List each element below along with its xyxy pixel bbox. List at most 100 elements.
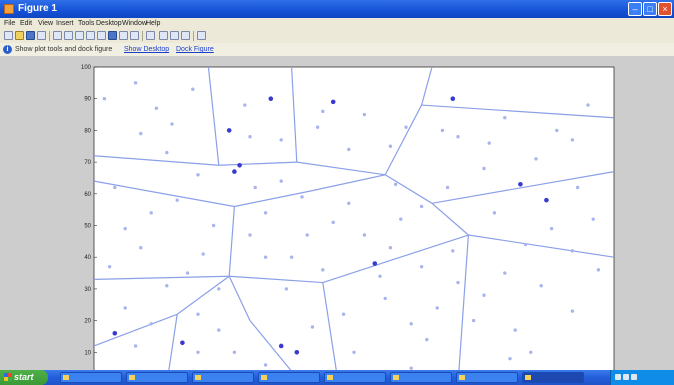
- y-tick-label: 70: [84, 160, 91, 166]
- data-point: [263, 211, 268, 215]
- figure-toolbar: [0, 29, 674, 44]
- save-icon[interactable]: [26, 31, 35, 40]
- taskbar-item[interactable]: [60, 372, 122, 383]
- data-point: [586, 103, 590, 107]
- data-point: [440, 128, 445, 133]
- data-point: [217, 287, 221, 291]
- menu-insert[interactable]: Insert: [56, 18, 74, 29]
- data-point: [232, 350, 237, 354]
- menu-file[interactable]: File: [4, 18, 15, 29]
- data-point: [575, 185, 580, 190]
- link-icon[interactable]: [130, 31, 139, 40]
- show-plot-tools-icon[interactable]: [197, 31, 206, 40]
- dock-figure-link[interactable]: Dock Figure: [176, 43, 214, 56]
- menu-window[interactable]: Window: [122, 18, 147, 29]
- data-point: [352, 350, 356, 354]
- data-point: [185, 271, 190, 275]
- data-point: [284, 287, 289, 291]
- data-point: [331, 220, 335, 225]
- print-icon[interactable]: [37, 31, 46, 40]
- data-point: [555, 128, 559, 133]
- data-point: [503, 271, 507, 275]
- data-point: [534, 157, 538, 161]
- app-icon: [327, 375, 333, 380]
- voronoi-site: [450, 96, 456, 101]
- voronoi-site: [112, 330, 118, 336]
- windows-taskbar: start: [0, 370, 674, 385]
- open-file-icon[interactable]: [15, 31, 24, 40]
- data-point: [107, 265, 112, 269]
- taskbar-item[interactable]: [126, 372, 188, 383]
- maximize-button[interactable]: □: [643, 2, 657, 16]
- data-point: [591, 217, 595, 221]
- voronoi-site: [372, 261, 378, 266]
- data-point: [456, 135, 460, 139]
- info-bar: i Show plot tools and dock figure Show D…: [0, 43, 674, 57]
- voronoi-plot[interactable]: 0102030405060708090100 01020304050607080…: [0, 56, 674, 370]
- hide-plot-tools-icon[interactable]: [181, 31, 190, 40]
- data-point: [201, 252, 205, 256]
- data-point: [310, 325, 315, 329]
- data-point: [165, 150, 169, 155]
- colorbar-icon[interactable]: [146, 31, 155, 40]
- data-point: [503, 116, 507, 120]
- data-point: [596, 268, 601, 272]
- start-button[interactable]: start: [0, 370, 48, 385]
- menu-desktop[interactable]: Desktop: [96, 18, 122, 29]
- menu-bar: File Edit View Insert Tools Desktop Wind…: [0, 18, 674, 29]
- taskbar-item[interactable]: [258, 372, 320, 383]
- data-point: [425, 337, 429, 342]
- taskbar-item[interactable]: [192, 372, 254, 383]
- data-point: [196, 173, 200, 177]
- toolbar-separator: [49, 31, 50, 41]
- info-icon: i: [3, 45, 12, 54]
- window-titlebar[interactable]: Figure 1 – □ ×: [0, 0, 674, 18]
- app-icon: [261, 375, 267, 380]
- voronoi-site: [237, 162, 242, 168]
- taskbar-item[interactable]: [324, 372, 386, 383]
- data-point: [487, 141, 491, 145]
- data-point: [492, 211, 497, 215]
- data-point: [196, 312, 200, 316]
- data-point: [341, 312, 346, 316]
- new-figure-icon[interactable]: [4, 31, 13, 40]
- data-point: [248, 233, 252, 237]
- show-desktop-link[interactable]: Show Desktop: [124, 43, 169, 56]
- voronoi-site: [278, 343, 284, 349]
- menu-tools[interactable]: Tools: [78, 18, 94, 29]
- data-point: [347, 147, 351, 152]
- zoom-in-icon[interactable]: [64, 31, 73, 40]
- menu-edit[interactable]: Edit: [20, 18, 32, 29]
- menu-view[interactable]: View: [38, 18, 53, 29]
- tray-icon[interactable]: [631, 374, 637, 380]
- tray-icon[interactable]: [615, 374, 621, 380]
- y-tick-label: 40: [84, 255, 91, 261]
- data-point: [279, 179, 283, 183]
- zoom-out-icon[interactable]: [75, 31, 84, 40]
- data-point: [263, 255, 268, 259]
- edit-plot-icon[interactable]: [53, 31, 62, 40]
- rotate-icon[interactable]: [97, 31, 106, 40]
- y-tick-label: 80: [84, 128, 91, 134]
- menu-help[interactable]: Help: [146, 18, 160, 29]
- app-icon: [195, 375, 201, 380]
- close-button[interactable]: ×: [658, 2, 672, 16]
- data-point: [217, 328, 221, 332]
- grid-icon[interactable]: [170, 31, 179, 40]
- pan-icon[interactable]: [86, 31, 95, 40]
- data-point: [170, 122, 174, 126]
- taskbar-item[interactable]: [390, 372, 452, 383]
- data-point: [409, 322, 413, 326]
- data-point: [539, 284, 543, 288]
- taskbar-item[interactable]: [456, 372, 518, 383]
- tray-icon[interactable]: [623, 374, 629, 380]
- data-cursor-icon[interactable]: [108, 31, 117, 40]
- data-point: [321, 268, 325, 272]
- data-point: [321, 109, 325, 114]
- minimize-button[interactable]: –: [628, 2, 642, 16]
- legend-icon[interactable]: [159, 31, 168, 40]
- brush-icon[interactable]: [119, 31, 128, 40]
- toolbar-separator: [142, 31, 143, 41]
- taskbar-item-active[interactable]: [522, 372, 584, 383]
- data-point: [175, 198, 179, 202]
